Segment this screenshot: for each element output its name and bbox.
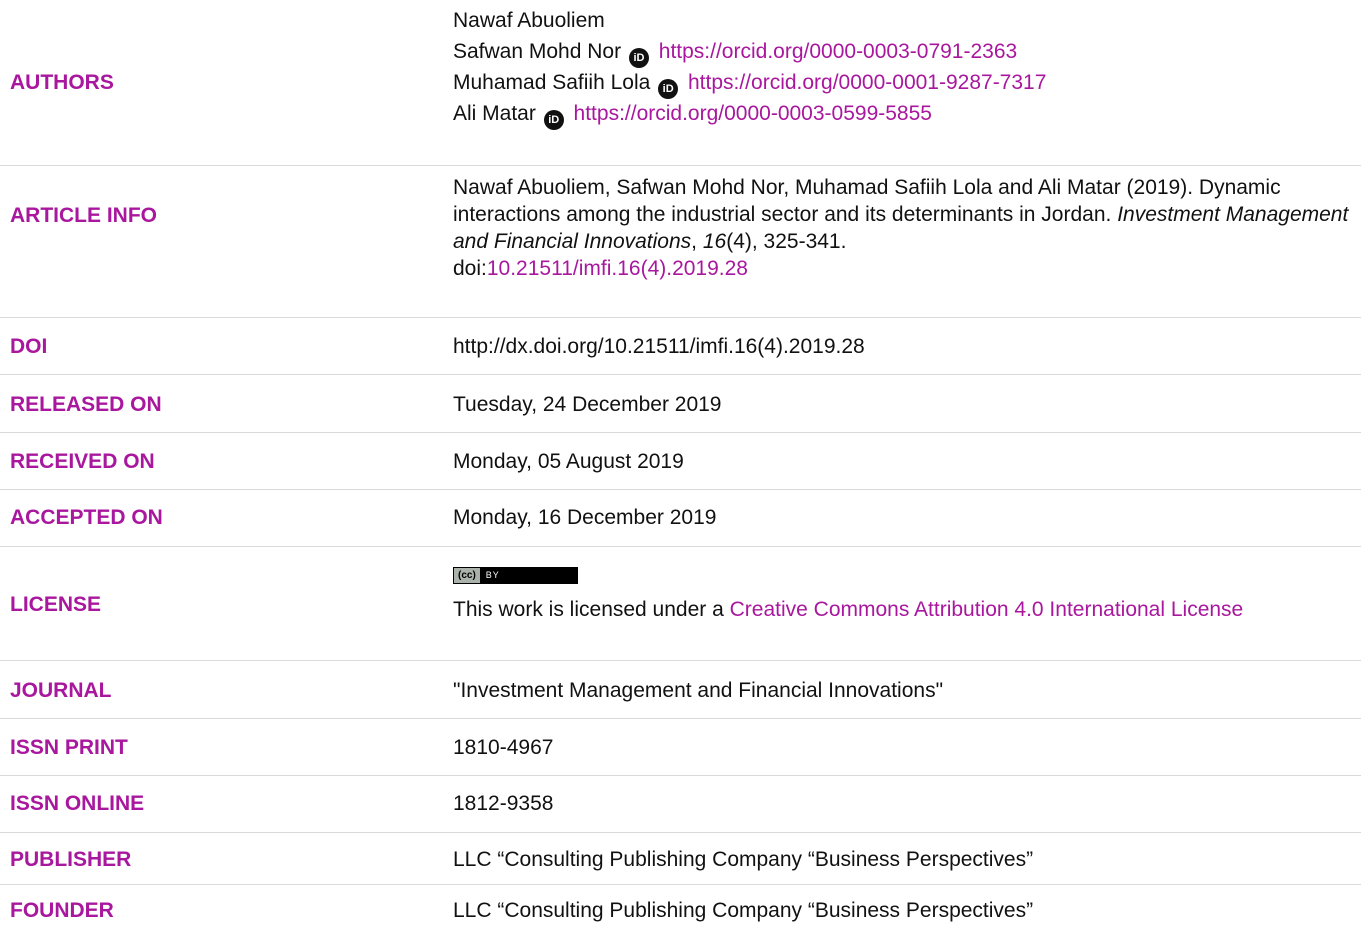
accepted-value: Monday, 16 December 2019 bbox=[453, 506, 717, 529]
author-item: Nawaf Abuoliem bbox=[453, 7, 1353, 38]
license-label: LICENSE bbox=[10, 593, 102, 616]
founder-row: FOUNDER LLC “Consulting Publishing Compa… bbox=[0, 885, 1361, 936]
authors-list: Nawaf Abuoliem Safwan Mohd Nor iD https:… bbox=[453, 7, 1353, 131]
authors-row: AUTHORS Nawaf Abuoliem Safwan Mohd Nor i… bbox=[0, 0, 1361, 166]
received-row: RECEIVED ON Monday, 05 August 2019 bbox=[0, 433, 1361, 490]
citation-issue-pages: (4), 325-341. bbox=[726, 230, 847, 253]
issn-online-row: ISSN ONLINE 1812-9358 bbox=[0, 776, 1361, 833]
doi-prefix: doi: bbox=[453, 257, 487, 280]
cc-badge-right: BY bbox=[485, 570, 500, 580]
citation-volume: 16 bbox=[702, 230, 727, 253]
issn-print-row: ISSN PRINT 1810-4967 bbox=[0, 719, 1361, 776]
orcid-link[interactable]: https://orcid.org/0000-0003-0599-5855 bbox=[574, 102, 932, 125]
received-label: RECEIVED ON bbox=[10, 450, 155, 473]
author-name: Ali Matar bbox=[453, 102, 536, 125]
received-value: Monday, 05 August 2019 bbox=[453, 450, 684, 473]
article-info-label: ARTICLE INFO bbox=[10, 204, 157, 227]
released-label: RELEASED ON bbox=[10, 393, 162, 416]
article-citation: Nawaf Abuoliem, Safwan Mohd Nor, Muhamad… bbox=[453, 174, 1353, 282]
founder-value: LLC “Consulting Publishing Company “Busi… bbox=[453, 899, 1034, 922]
accepted-label: ACCEPTED ON bbox=[10, 506, 163, 529]
license-text: This work is licensed under a Creative C… bbox=[453, 596, 1353, 623]
authors-label: AUTHORS bbox=[10, 71, 114, 94]
released-row: RELEASED ON Tuesday, 24 December 2019 bbox=[0, 375, 1361, 433]
license-row: LICENSE (cc) BY This work is licensed un… bbox=[0, 547, 1361, 661]
cc-by-badge-icon[interactable]: (cc) BY bbox=[453, 567, 578, 584]
author-name: Nawaf Abuoliem bbox=[453, 9, 605, 32]
issn-online-value: 1812-9358 bbox=[453, 792, 554, 815]
accepted-row: ACCEPTED ON Monday, 16 December 2019 bbox=[0, 490, 1361, 547]
orcid-link[interactable]: https://orcid.org/0000-0003-0791-2363 bbox=[659, 40, 1017, 63]
citation-doi-link[interactable]: 10.21511/imfi.16(4).2019.28 bbox=[487, 257, 748, 280]
license-link[interactable]: Creative Commons Attribution 4.0 Interna… bbox=[730, 598, 1244, 621]
author-item: Ali Matar iD https://orcid.org/0000-0003… bbox=[453, 100, 1353, 131]
journal-label: JOURNAL bbox=[10, 679, 112, 702]
issn-online-label: ISSN ONLINE bbox=[10, 792, 145, 815]
issn-print-label: ISSN PRINT bbox=[10, 736, 128, 759]
publisher-value: LLC “Consulting Publishing Company “Busi… bbox=[453, 848, 1034, 871]
doi-value: http://dx.doi.org/10.21511/imfi.16(4).20… bbox=[453, 335, 865, 358]
license-value: (cc) BY This work is licensed under a Cr… bbox=[453, 558, 1353, 623]
author-name: Safwan Mohd Nor bbox=[453, 40, 622, 63]
license-prefix: This work is licensed under a bbox=[453, 598, 730, 621]
cc-badge-left: (cc) bbox=[454, 568, 480, 583]
publisher-label: PUBLISHER bbox=[10, 848, 132, 871]
journal-value: "Investment Management and Financial Inn… bbox=[453, 679, 944, 702]
orcid-icon: iD bbox=[543, 110, 564, 130]
author-item: Safwan Mohd Nor iD https://orcid.org/000… bbox=[453, 38, 1353, 69]
founder-label: FOUNDER bbox=[10, 899, 114, 922]
orcid-icon: iD bbox=[628, 48, 649, 68]
orcid-link[interactable]: https://orcid.org/0000-0001-9287-7317 bbox=[688, 71, 1046, 94]
issn-print-value: 1810-4967 bbox=[453, 736, 554, 759]
author-name: Muhamad Safiih Lola bbox=[453, 71, 651, 94]
doi-label: DOI bbox=[10, 335, 48, 358]
author-item: Muhamad Safiih Lola iD https://orcid.org… bbox=[453, 69, 1353, 100]
journal-row: JOURNAL "Investment Management and Finan… bbox=[0, 661, 1361, 719]
orcid-icon: iD bbox=[658, 79, 679, 99]
released-value: Tuesday, 24 December 2019 bbox=[453, 393, 722, 416]
article-info-row: ARTICLE INFO Nawaf Abuoliem, Safwan Mohd… bbox=[0, 166, 1361, 318]
publisher-row: PUBLISHER LLC “Consulting Publishing Com… bbox=[0, 833, 1361, 885]
doi-row: DOI http://dx.doi.org/10.21511/imfi.16(4… bbox=[0, 318, 1361, 375]
citation-comma: , bbox=[691, 230, 703, 253]
